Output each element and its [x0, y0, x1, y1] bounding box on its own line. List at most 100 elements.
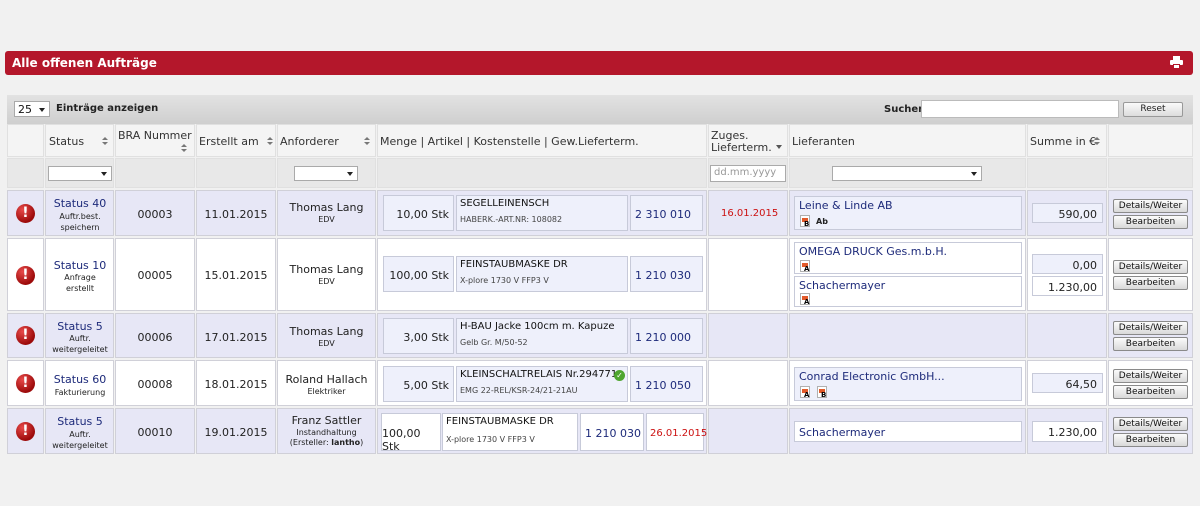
doc-label[interactable]: Ab [816, 217, 828, 226]
row-status-cell[interactable]: Status 10 Anfrage erstellt [45, 238, 114, 311]
details-button[interactable]: Details/Weiter [1113, 417, 1188, 431]
row-status-cell[interactable]: Status 60 Fakturierung [45, 360, 114, 406]
alert-icon: ! [16, 266, 35, 285]
row-alert-cell: ! [7, 190, 44, 236]
status-label[interactable]: Status 40 [47, 197, 113, 210]
pdf-document-icon[interactable]: B [817, 386, 827, 399]
article-name: KLEINSCHALTRELAIS Nr.294771 [460, 369, 618, 380]
row-requester-cell: Thomas Lang EDV [277, 238, 376, 311]
header-requester-label: Anforderer [280, 135, 339, 148]
row-actions-cell: Details/Weiter Bearbeiten [1108, 360, 1193, 406]
details-button[interactable]: Details/Weiter [1113, 321, 1188, 335]
row-confirmed-cell [708, 238, 788, 311]
supplier-filter-select[interactable] [832, 166, 982, 181]
row-suppliers-cell: Leine & Linde AB B Ab [789, 190, 1026, 236]
sort-icon [1094, 137, 1100, 146]
article-sub: EMG 22-REL/KSR-24/21-21AU [460, 386, 578, 395]
details-button[interactable]: Details/Weiter [1113, 369, 1188, 383]
row-status-cell[interactable]: Status 5 Auftr. weitergeleitet [45, 313, 114, 358]
alert-icon: ! [16, 326, 35, 345]
row-requester-cell: Franz Sattler Instandhaltung (Ersteller:… [277, 408, 376, 454]
supplier-link[interactable]: Conrad Electronic GmbH... [799, 370, 945, 383]
header-bra[interactable]: BRA Nummer [115, 124, 195, 157]
edit-button[interactable]: Bearbeiten [1113, 276, 1188, 290]
filter-suppliers-cell [789, 158, 1026, 188]
status-label[interactable]: Status 10 [47, 259, 113, 272]
header-requester[interactable]: Anforderer [277, 124, 376, 157]
date-filter-input[interactable]: dd.mm.yyyy [710, 165, 786, 182]
requester-filter-select[interactable] [294, 166, 358, 181]
article-name: H-BAU Jacke 100cm m. Kapuze [460, 321, 615, 332]
edit-button[interactable]: Bearbeiten [1113, 433, 1188, 447]
page-length-value: 25 [18, 103, 32, 116]
row-created-cell: 18.01.2015 [196, 360, 276, 406]
row-alert-cell: ! [7, 360, 44, 406]
quantity: 100,00 Stk [382, 427, 421, 453]
cost-center: 1 210 030 [635, 269, 691, 282]
cost-center-box: 1 210 030 [580, 413, 644, 451]
details-button[interactable]: Details/Weiter [1113, 260, 1188, 274]
row-status-cell[interactable]: Status 40 Auftr.best. speichern [45, 190, 114, 236]
header-status-label: Status [49, 135, 85, 148]
edit-button[interactable]: Bearbeiten [1113, 215, 1188, 229]
panel-title-bar: Alle offenen Aufträge [5, 51, 1193, 75]
search-input[interactable] [921, 100, 1119, 118]
row-article-cell: 10,00 Stk SEGELLEINENSCH HABERK.-ART.NR:… [377, 190, 707, 236]
creator-line: (Ersteller: lantho) [278, 438, 375, 447]
status-filter-select[interactable] [48, 166, 112, 181]
row-confirmed-cell [708, 360, 788, 406]
quantity: 100,00 Stk [389, 269, 449, 282]
status-label[interactable]: Status 60 [47, 373, 113, 386]
filter-requester-cell [277, 158, 376, 188]
row-status-cell[interactable]: Status 5 Auftr. weitergeleitet [45, 408, 114, 454]
row-bra-cell: 00010 [115, 408, 195, 454]
header-created[interactable]: Erstellt am [196, 124, 276, 157]
row-suppliers-cell: Conrad Electronic GmbH... A B [789, 360, 1026, 406]
row-actions-cell: Details/Weiter Bearbeiten [1108, 190, 1193, 236]
cost-center: 1 210 030 [585, 427, 641, 440]
requester-dept: EDV [318, 277, 335, 286]
wish-date-box: 26.01.2015 [646, 413, 708, 451]
supplier-link[interactable]: Schachermayer [799, 426, 885, 439]
status-sub: Auftr. [69, 430, 91, 439]
row-actions-cell: Details/Weiter Bearbeiten [1108, 313, 1193, 358]
wish-date: 26.01.2015 [650, 428, 708, 439]
page-length-select[interactable]: 25 [14, 101, 50, 117]
supplier-link[interactable]: Leine & Linde AB [799, 199, 893, 212]
created-date: 11.01.2015 [204, 208, 268, 221]
cost-center-box: 1 210 050 [630, 366, 703, 402]
status-label[interactable]: Status 5 [47, 320, 113, 333]
row-confirmed-cell: 16.01.2015 [708, 190, 788, 236]
header-status[interactable]: Status [45, 124, 114, 157]
requester-name: Thomas Lang [289, 201, 364, 214]
row-requester-cell: Thomas Lang EDV [277, 313, 376, 358]
reset-button[interactable]: Reset [1123, 102, 1183, 117]
supplier-link[interactable]: OMEGA DRUCK Ges.m.b.H. [799, 245, 947, 258]
quantity-box: 100,00 Stk [381, 413, 441, 453]
details-button[interactable]: Details/Weiter [1113, 199, 1188, 213]
pdf-document-icon[interactable]: A [800, 386, 810, 399]
quantity-box: 3,00 Stk [383, 318, 454, 354]
supplier-link[interactable]: Schachermayer [799, 279, 885, 292]
row-requester-cell: Thomas Lang EDV [277, 190, 376, 236]
pdf-document-icon[interactable]: B [800, 215, 810, 228]
quantity: 10,00 Stk [396, 208, 449, 221]
header-confirmed[interactable]: Zuges. Lieferterm. [708, 124, 788, 157]
edit-button[interactable]: Bearbeiten [1113, 385, 1188, 399]
row-created-cell: 19.01.2015 [196, 408, 276, 454]
pdf-document-icon[interactable]: A [800, 293, 810, 306]
requester-name: Thomas Lang [289, 325, 364, 338]
sum-value: 0,00 [1072, 259, 1098, 272]
search-label: Suchen [884, 104, 926, 115]
header-article-label: Menge | Artikel | Kostenstelle | Gew.Lie… [380, 135, 639, 148]
header-sum[interactable]: Summe in € [1027, 124, 1107, 157]
quantity-box: 100,00 Stk [383, 256, 454, 292]
pdf-document-icon[interactable]: A [800, 260, 810, 273]
created-date: 15.01.2015 [204, 269, 268, 282]
row-suppliers-cell: OMEGA DRUCK Ges.m.b.H. A Schachermayer A [789, 238, 1026, 311]
status-label[interactable]: Status 5 [47, 415, 113, 428]
print-icon[interactable] [1170, 56, 1183, 69]
edit-button[interactable]: Bearbeiten [1113, 337, 1188, 351]
row-sum-cell [1027, 313, 1107, 358]
sum-value: 64,50 [1065, 378, 1098, 391]
